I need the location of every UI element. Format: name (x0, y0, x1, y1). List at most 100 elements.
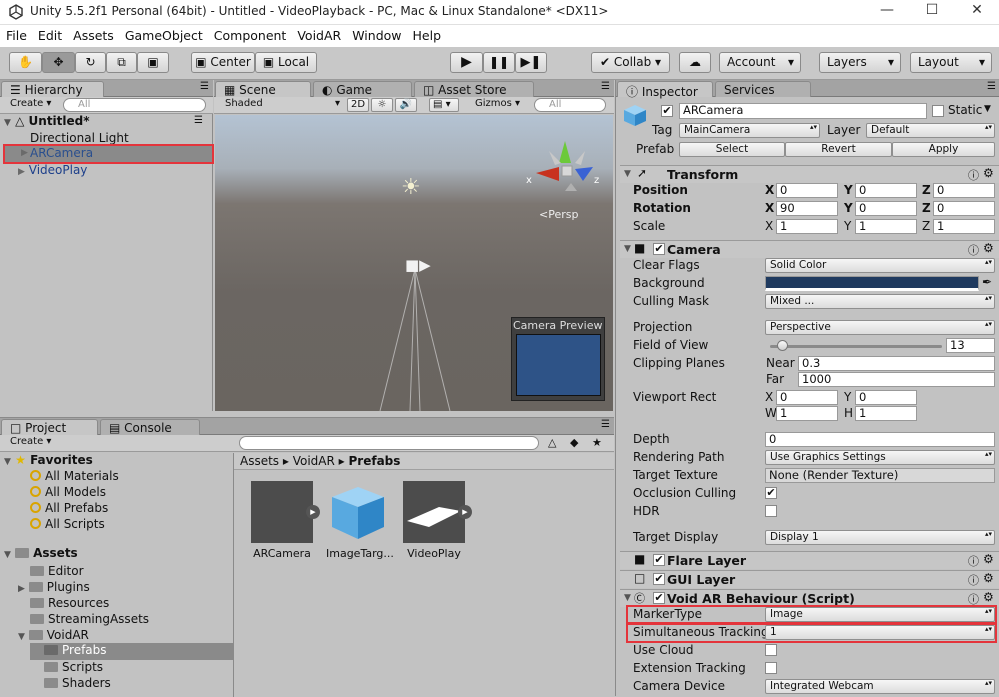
favorites-folder[interactable]: ▼ ★ Favorites (4, 453, 93, 467)
project-create-dropdown[interactable]: Create ▾ (7, 436, 55, 450)
position-x-input[interactable]: 0 (776, 183, 838, 198)
rendering-path-dropdown[interactable]: Use Graphics Settings (765, 450, 995, 465)
tab-project[interactable]: □ Project (1, 419, 98, 435)
project-panel-menu-icon[interactable]: ☰ (601, 419, 610, 430)
fov-slider-track[interactable] (770, 345, 942, 348)
inspector-menu-icon[interactable]: ☰ (987, 81, 996, 92)
audio-toggle[interactable]: 🔊 (395, 98, 417, 112)
scale-tool-button[interactable]: ⧉ (106, 52, 137, 73)
asset-videoplay[interactable]: ▶ VideoPlay (403, 481, 473, 561)
prefab-apply-button[interactable]: Apply (892, 142, 995, 157)
hand-tool-button[interactable]: ✋ (9, 52, 42, 73)
scene-viewport[interactable]: ☀ ■▶ x z <Persp Camera Preview (215, 115, 613, 411)
cloud-button[interactable]: ☁ (679, 52, 711, 73)
tab-console[interactable]: ▤ Console (100, 419, 200, 435)
help-icon[interactable]: ⓘ (968, 591, 979, 607)
scale-x-input[interactable]: 1 (776, 219, 838, 234)
rotate-tool-button[interactable]: ↻ (75, 52, 106, 73)
scene-menu-icon[interactable]: ☰ (194, 115, 203, 126)
extension-tracking-checkbox[interactable] (765, 662, 777, 674)
tab-game[interactable]: ◐ Game (313, 81, 412, 97)
camera-device-dropdown[interactable]: Integrated Webcam (765, 679, 995, 694)
gameobject-name-input[interactable]: ARCamera (679, 103, 927, 119)
directional-light-icon[interactable]: ☀ (401, 175, 421, 200)
tab-asset-store[interactable]: ◫ Asset Store (414, 81, 534, 97)
space-local-button[interactable]: ▣ Local (255, 52, 317, 73)
hierarchy-create-dropdown[interactable]: Create ▾ (7, 98, 55, 112)
fov-input[interactable]: 13 (946, 338, 995, 353)
viewport-y-input[interactable]: 0 (855, 390, 917, 405)
near-input[interactable]: 0.3 (798, 356, 995, 371)
minimize-button[interactable]: — (872, 2, 902, 18)
scene-root-item[interactable]: ▼ △ Untitled* (4, 114, 90, 128)
culling-mask-dropdown[interactable]: Mixed ... (765, 294, 995, 309)
scale-y-input[interactable]: 1 (855, 219, 917, 234)
hierarchy-item-videoplay[interactable]: ▶ VideoPlay (18, 163, 87, 177)
assets-folder[interactable]: ▼ Assets (4, 546, 78, 560)
favorite-all-scripts[interactable]: All Scripts (30, 517, 105, 531)
play-button[interactable]: ▶ (450, 52, 483, 73)
menu-window[interactable]: Window (346, 25, 406, 43)
camera-enabled-checkbox[interactable]: ✔ (653, 243, 665, 255)
help-icon[interactable]: ⓘ (968, 553, 979, 569)
close-button[interactable]: ✕ (962, 2, 992, 18)
asset-arcamera[interactable]: ▶ ARCamera (251, 481, 321, 561)
help-icon[interactable]: ⓘ (968, 242, 979, 258)
viewport-x-input[interactable]: 0 (776, 390, 838, 405)
help-icon[interactable]: ⓘ (968, 572, 979, 588)
settings-gear-icon[interactable]: ⚙ (983, 166, 994, 180)
project-search-input[interactable] (239, 436, 539, 450)
active-checkbox[interactable]: ✔ (661, 105, 673, 117)
pivot-center-button[interactable]: ▣ Center (191, 52, 255, 73)
settings-gear-icon[interactable]: ⚙ (983, 571, 994, 585)
scale-z-input[interactable]: 1 (933, 219, 995, 234)
favorite-star-icon[interactable]: ★ (592, 436, 602, 449)
background-color-swatch[interactable] (765, 276, 979, 291)
transform-header[interactable]: ▼ ➚ Transform ⓘ ⚙ (620, 165, 999, 183)
eyedropper-icon[interactable]: ✒ (982, 275, 992, 289)
breadcrumb-prefabs[interactable]: Prefabs (349, 454, 401, 468)
menu-voidar[interactable]: VoidAR (291, 25, 346, 43)
menu-component[interactable]: Component (208, 25, 292, 43)
layout-dropdown[interactable]: Layout ▾ (910, 52, 992, 73)
folder-shaders[interactable]: Shaders (44, 676, 111, 690)
position-y-input[interactable]: 0 (855, 183, 917, 198)
static-checkbox[interactable] (932, 105, 944, 117)
folder-voidar[interactable]: ▼ VoidAR (18, 628, 89, 642)
depth-input[interactable]: 0 (765, 432, 995, 447)
favorite-all-materials[interactable]: All Materials (30, 469, 119, 483)
pause-button[interactable]: ❚❚ (483, 52, 515, 73)
tab-services[interactable]: Services (715, 81, 811, 97)
folder-plugins[interactable]: ▶ Plugins (18, 580, 90, 594)
menu-gameobject[interactable]: GameObject (119, 25, 208, 43)
prefab-select-button[interactable]: Select (679, 142, 785, 157)
gizmos-dropdown[interactable]: Gizmos ▾ (472, 98, 528, 112)
expand-arrow-icon[interactable]: ▶ (458, 505, 472, 519)
expand-arrow-icon[interactable]: ▶ (306, 505, 320, 519)
asset-imagetarget[interactable]: ImageTarg... (326, 481, 396, 561)
gui-layer-header[interactable]: □ ✔ GUI Layer ⓘ ⚙ (620, 570, 999, 588)
favorite-all-models[interactable]: All Models (30, 485, 106, 499)
viewport-h-input[interactable]: 1 (855, 406, 917, 421)
folder-scripts[interactable]: Scripts (44, 660, 103, 674)
prefab-revert-button[interactable]: Revert (785, 142, 892, 157)
panel-menu-icon[interactable]: ☰ (200, 81, 209, 92)
effects-dropdown[interactable]: ▤ ▾ (429, 98, 459, 112)
filter-type-icon[interactable]: △ (548, 436, 556, 449)
settings-gear-icon[interactable]: ⚙ (983, 552, 994, 566)
voidar-behaviour-header[interactable]: ▼ Ⓒ ✔ Void AR Behaviour (Script) ⓘ ⚙ (620, 589, 999, 607)
shading-mode-dropdown[interactable]: Shaded ▾ (222, 98, 340, 112)
far-input[interactable]: 1000 (798, 372, 995, 387)
camera-gizmo-icon[interactable]: ■▶ (405, 256, 431, 274)
filter-label-icon[interactable]: ◆ (570, 436, 578, 449)
tab-inspector[interactable]: ⓘ Inspector (617, 81, 713, 99)
gui-layer-checkbox[interactable]: ✔ (653, 573, 665, 585)
flare-layer-header[interactable]: ■ ✔ Flare Layer ⓘ ⚙ (620, 551, 999, 569)
settings-gear-icon[interactable]: ⚙ (983, 590, 994, 604)
orientation-gizmo[interactable] (531, 133, 611, 213)
tag-dropdown[interactable]: MainCamera (679, 123, 820, 138)
folder-streamingassets[interactable]: StreamingAssets (30, 612, 149, 626)
breadcrumb-voidar[interactable]: VoidAR (293, 454, 335, 468)
project-divider[interactable] (233, 453, 234, 697)
clear-flags-dropdown[interactable]: Solid Color (765, 258, 995, 273)
